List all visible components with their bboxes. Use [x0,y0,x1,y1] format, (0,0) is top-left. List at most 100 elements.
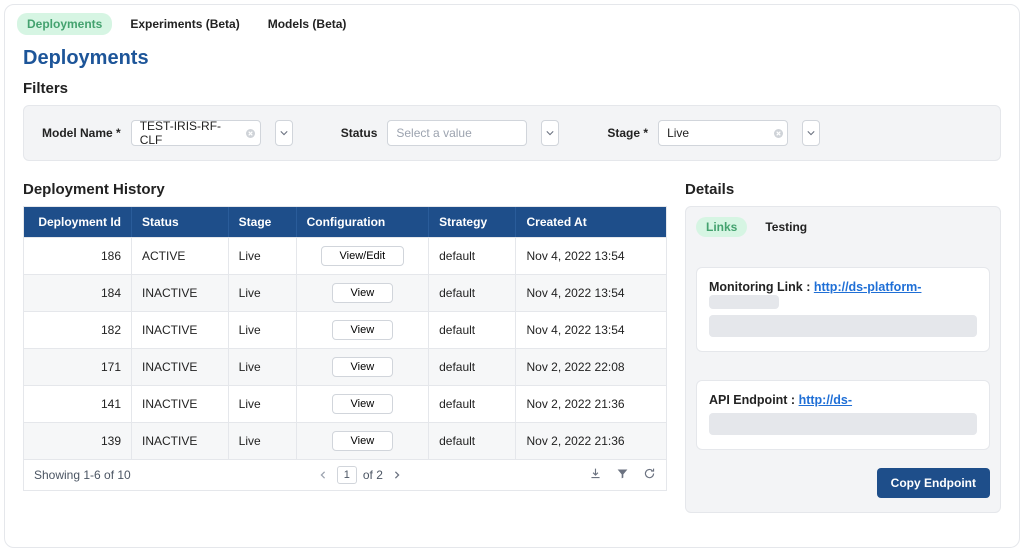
monitoring-card: Monitoring Link : http://ds-platform- [696,267,990,352]
download-icon[interactable] [589,467,602,483]
col-header-created[interactable]: Created At [516,207,666,237]
cell-created: Nov 4, 2022 13:54 [516,274,666,311]
deployment-history-table: Deployment Id Status Stage Configuration… [23,206,667,460]
tab-experiments[interactable]: Experiments (Beta) [120,13,249,35]
cell-strategy: default [429,348,516,385]
filter-model-name-label: Model Name * [42,126,121,140]
cell-id: 139 [24,422,132,459]
copy-endpoint-button[interactable]: Copy Endpoint [877,468,990,498]
cell-status: INACTIVE [132,422,229,459]
cell-config: View [297,311,429,348]
details-panel: Links Testing Monitoring Link : http://d… [685,206,1001,513]
col-header-config[interactable]: Configuration [297,207,429,237]
table-row[interactable]: 182INACTIVELiveViewdefaultNov 4, 2022 13… [24,311,666,348]
status-placeholder: Select a value [396,126,526,140]
next-page-icon[interactable] [389,467,405,483]
cell-stage: Live [229,274,297,311]
cell-created: Nov 4, 2022 13:54 [516,237,666,274]
page-title: Deployments [5,35,1019,80]
stage-dropdown-toggle[interactable] [802,120,820,146]
cell-strategy: default [429,385,516,422]
page-number-input[interactable]: 1 [337,466,357,484]
cell-status: INACTIVE [132,385,229,422]
cell-id: 186 [24,237,132,274]
cell-id: 184 [24,274,132,311]
cell-stage: Live [229,422,297,459]
cell-status: INACTIVE [132,348,229,385]
prev-page-icon[interactable] [315,467,331,483]
cell-config: View [297,274,429,311]
filter-status: Status Select a value [341,120,560,146]
cell-strategy: default [429,311,516,348]
cell-stage: Live [229,237,297,274]
cell-stage: Live [229,348,297,385]
cell-id: 141 [24,385,132,422]
status-dropdown-toggle[interactable] [541,120,559,146]
config-button[interactable]: View [332,357,394,377]
tab-deployments[interactable]: Deployments [17,13,112,35]
table-row[interactable]: 184INACTIVELiveViewdefaultNov 4, 2022 13… [24,274,666,311]
filters-heading: Filters [23,80,1001,97]
subtab-testing[interactable]: Testing [755,217,817,237]
history-heading: Deployment History [23,181,667,198]
top-nav: Deployments Experiments (Beta) Models (B… [5,5,1019,35]
monitoring-link[interactable]: http://ds-platform- [814,280,922,294]
cell-config: View [297,348,429,385]
redacted-text [709,295,779,309]
row-range: Showing 1-6 of 10 [34,468,131,482]
model-name-input[interactable]: TEST-IRIS-RF-CLF [131,120,261,146]
table-footer: Showing 1-6 of 10 1 of 2 [23,460,667,491]
model-name-dropdown-toggle[interactable] [275,120,293,146]
col-header-status[interactable]: Status [132,207,229,237]
refresh-icon[interactable] [643,467,656,483]
page-of-label: of 2 [363,468,383,482]
col-header-id[interactable]: Deployment Id [24,207,132,237]
subtab-links[interactable]: Links [696,217,747,237]
cell-config: View/Edit [297,237,429,274]
stage-input[interactable]: Live [658,120,788,146]
table-row[interactable]: 171INACTIVELive View defaultNov 2, 2022 22… [24,348,666,385]
filters-panel: Model Name * TEST-IRIS-RF-CLF Status Sel… [23,105,1001,161]
redacted-text [709,315,977,337]
cell-id: 171 [24,348,132,385]
stage-value: Live [667,126,769,140]
cell-status: INACTIVE [132,311,229,348]
filter-stage: Stage * Live [607,120,820,146]
filter-model-name: Model Name * TEST-IRIS-RF-CLF [42,120,293,146]
filter-icon[interactable] [616,467,629,483]
cell-created: Nov 2, 2022 22:08 [516,348,666,385]
api-card: API Endpoint : http://ds- [696,380,990,450]
clear-icon[interactable] [242,124,260,142]
cell-stage: Live [229,311,297,348]
tab-models[interactable]: Models (Beta) [258,13,357,35]
pager: 1 of 2 [131,466,589,484]
table-row[interactable]: 141INACTIVELive View defaultNov 2, 2022 21… [24,385,666,422]
cell-created: Nov 2, 2022 21:36 [516,422,666,459]
details-heading: Details [685,181,1001,198]
config-button[interactable]: View [332,320,394,340]
cell-config: View [297,422,429,459]
cell-id: 182 [24,311,132,348]
col-header-stage[interactable]: Stage [229,207,297,237]
model-name-value: TEST-IRIS-RF-CLF [140,119,242,147]
config-button[interactable]: View [332,283,394,303]
cell-strategy: default [429,237,516,274]
config-button[interactable]: View/Edit [321,246,405,266]
cell-config: View [297,385,429,422]
config-button[interactable]: View [332,394,394,414]
filter-status-label: Status [341,126,378,140]
table-row[interactable]: 139INACTIVELive View defaultNov 2, 2022 21… [24,422,666,459]
filter-stage-label: Stage * [607,126,648,140]
cell-stage: Live [229,385,297,422]
clear-icon[interactable] [769,124,787,142]
cell-strategy: default [429,422,516,459]
status-input[interactable]: Select a value [387,120,527,146]
monitoring-label: Monitoring Link : [709,280,814,294]
cell-created: Nov 2, 2022 21:36 [516,385,666,422]
config-button[interactable]: View [332,431,394,451]
api-label: API Endpoint : [709,393,799,407]
table-row[interactable]: 186ACTIVELiveView/EditdefaultNov 4, 2022… [24,237,666,274]
api-link[interactable]: http://ds- [799,393,852,407]
col-header-strategy[interactable]: Strategy [429,207,516,237]
redacted-text [709,413,977,435]
